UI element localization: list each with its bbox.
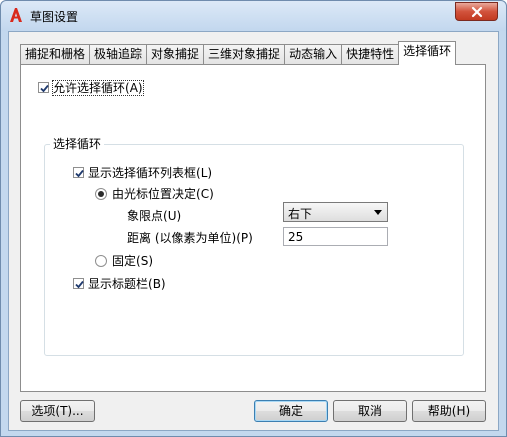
show-title-checkbox[interactable] [73, 278, 84, 289]
fixed-label: 固定(S) [112, 254, 153, 268]
selection-cycling-panel: 允许选择循环(A) 选择循环 显示选择循环列表框(L) 由光标位置决定(C) 象… [20, 64, 486, 392]
options-button[interactable]: 选项(T)... [20, 400, 95, 422]
checkmark-icon [40, 84, 49, 93]
quadrant-label: 象限点(U) [127, 209, 182, 223]
close-button[interactable] [455, 2, 498, 21]
allow-cycling-checkbox[interactable] [38, 82, 49, 93]
title-bar[interactable]: 草图设置 [1, 1, 506, 31]
show-list-checkbox[interactable] [73, 167, 84, 178]
tab-dynamic-input[interactable]: 动态输入 [284, 44, 343, 65]
window-title: 草图设置 [30, 10, 79, 24]
fixed-radio[interactable] [95, 255, 107, 267]
show-list-label: 显示选择循环列表框(L) [88, 166, 213, 180]
close-icon [471, 6, 483, 18]
radio-selected-dot [98, 191, 104, 197]
autocad-app-icon [10, 8, 22, 22]
checkmark-icon [75, 280, 84, 289]
dialog-client: 捕捉和栅格 极轴追踪 对象捕捉 三维对象捕捉 动态输入 快捷特性 选择循环 允许… [8, 31, 499, 431]
tab-strip: 捕捉和栅格 极轴追踪 对象捕捉 三维对象捕捉 动态输入 快捷特性 选择循环 [20, 41, 457, 65]
ok-button[interactable]: 确定 [254, 400, 328, 422]
distance-input[interactable] [283, 227, 388, 246]
tab-snap-grid[interactable]: 捕捉和栅格 [20, 44, 91, 65]
tab-object-snap[interactable]: 对象捕捉 [146, 44, 205, 65]
help-button[interactable]: 帮助(H) [412, 400, 486, 422]
quadrant-value: 右下 [288, 207, 313, 221]
group-title: 选择循环 [50, 137, 105, 151]
tab-3d-object-snap[interactable]: 三维对象捕捉 [203, 44, 286, 65]
tab-quick-properties[interactable]: 快捷特性 [341, 44, 400, 65]
cursor-position-label: 由光标位置决定(C) [112, 187, 214, 201]
dropdown-arrow-icon [374, 210, 382, 215]
cursor-position-radio[interactable] [95, 188, 107, 200]
allow-cycling-label[interactable]: 允许选择循环(A) [52, 80, 144, 96]
checkmark-icon [75, 169, 84, 178]
distance-label: 距离 (以像素为单位)(P) [127, 231, 253, 245]
quadrant-select[interactable]: 右下 [283, 202, 388, 222]
cancel-button[interactable]: 取消 [333, 400, 407, 422]
tab-selection-cycling[interactable]: 选择循环 [398, 41, 457, 65]
tab-polar-tracking[interactable]: 极轴追踪 [89, 44, 148, 65]
show-title-label: 显示标题栏(B) [88, 277, 166, 291]
dialog-window: 草图设置 捕捉和栅格 极轴追踪 对象捕捉 三维对象捕捉 动态输入 快捷特性 选择… [0, 0, 507, 437]
